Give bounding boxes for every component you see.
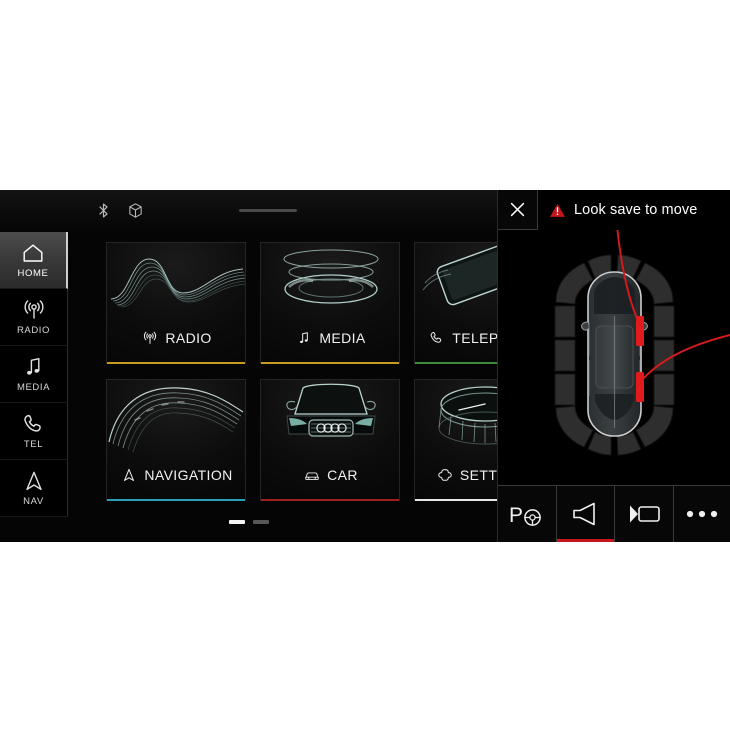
tile-footer: CAR	[261, 455, 399, 501]
tile-label: NAVIGATION	[144, 467, 233, 483]
media-icon	[22, 355, 46, 379]
page-indicator	[0, 520, 497, 524]
mmi-main-unit: HOME RADIO MEDIA TEL NAV RADIO MEDIA TEL…	[0, 190, 497, 542]
sidebar: HOME RADIO MEDIA TEL NAV	[0, 232, 68, 542]
camera-view-button[interactable]	[615, 486, 674, 542]
toolbar-active-indicator	[556, 539, 614, 542]
toolbar-active-indicator	[498, 539, 556, 542]
sidebar-item-radio[interactable]: RADIO	[0, 289, 68, 346]
more-dots-icon	[684, 508, 720, 520]
page-dot-2[interactable]	[252, 520, 269, 524]
panel-header: Look save to move	[498, 190, 730, 230]
tile-label: RADIO	[165, 330, 212, 346]
tile-radio[interactable]: RADIO	[106, 242, 246, 364]
park-assist-icon: P	[508, 501, 546, 528]
tile-telephone[interactable]: TELEPHONE	[414, 242, 497, 364]
svg-text:P: P	[509, 504, 523, 527]
nav-arrow-icon	[121, 467, 137, 483]
status-icon-group	[95, 202, 144, 221]
tile-footer: MEDIA	[261, 318, 399, 364]
top-down-parking-view	[498, 230, 730, 476]
car-top-view	[581, 271, 648, 437]
tile-accent-bar	[261, 499, 399, 501]
tile-accent-bar	[107, 499, 245, 501]
nav-arrow-icon	[22, 469, 46, 493]
tile-navigation[interactable]: NAVIGATION	[106, 379, 246, 501]
tile-row: NAVIGATION CAR SETT	[106, 379, 497, 501]
rotary-knob-art	[415, 380, 497, 454]
phone-icon	[429, 330, 445, 346]
sidebar-item-nav[interactable]: NAV	[0, 460, 68, 517]
home-icon	[21, 241, 45, 265]
screenshot-stage: HOME RADIO MEDIA TEL NAV RADIO MEDIA TEL…	[0, 0, 730, 730]
toolbar-active-indicator	[674, 539, 730, 542]
speaker-rings-art	[261, 243, 399, 317]
tile-car[interactable]: CAR	[260, 379, 400, 501]
park-assist-button[interactable]: P	[498, 486, 557, 542]
tile-accent-bar	[107, 362, 245, 364]
sidebar-item-label: TEL	[23, 439, 44, 450]
warning-banner: Look save to move	[538, 190, 730, 230]
tile-footer: TELEPHONE	[415, 318, 497, 364]
page-dot-1[interactable]	[228, 520, 245, 524]
camera-view-icon	[626, 502, 662, 526]
tile-settings[interactable]: SETTINGS	[414, 379, 497, 501]
radio-waveform-art	[107, 243, 245, 317]
toolbar-active-indicator	[615, 539, 673, 542]
close-button[interactable]	[498, 190, 538, 230]
tile-label: CAR	[327, 467, 358, 483]
warning-text: Look save to move	[574, 202, 698, 218]
tile-label: MEDIA	[319, 330, 366, 346]
close-icon	[508, 200, 527, 219]
panel-toolbar: P	[498, 485, 730, 542]
tile-accent-bar	[415, 499, 497, 501]
sidebar-item-home[interactable]: HOME	[0, 232, 68, 289]
sidebar-item-media[interactable]: MEDIA	[0, 346, 68, 403]
tile-label: SETTINGS	[459, 467, 497, 483]
tile-footer: RADIO	[107, 318, 245, 364]
drag-handle[interactable]	[238, 209, 297, 212]
tile-accent-bar	[261, 362, 399, 364]
tile-label: TELEPHONE	[452, 330, 497, 346]
radio-icon	[22, 298, 46, 322]
road-curve-art	[107, 380, 245, 454]
status-bar	[0, 190, 497, 232]
bluetooth-icon	[95, 202, 112, 221]
phone-icon	[22, 412, 46, 436]
tile-footer: SETTINGS	[415, 455, 497, 501]
audio-alerts-button[interactable]	[556, 486, 615, 542]
smartphone-art	[415, 243, 497, 317]
speaker-icon	[569, 500, 601, 528]
tile-grid: RADIO MEDIA TELE NAVIGATION CAR SETT	[106, 242, 497, 524]
sidebar-item-label: HOME	[17, 268, 49, 279]
car-front-art	[261, 380, 399, 454]
sidebar-item-label: NAV	[23, 496, 44, 507]
sidebar-item-label: RADIO	[16, 325, 51, 336]
note-icon	[296, 330, 312, 346]
tile-media[interactable]: MEDIA	[260, 242, 400, 364]
infotainment-screen: HOME RADIO MEDIA TEL NAV RADIO MEDIA TEL…	[0, 190, 730, 542]
radio-icon	[142, 330, 158, 346]
more-options-button[interactable]	[673, 486, 730, 542]
tile-accent-bar	[415, 362, 497, 364]
gear-icon	[437, 467, 453, 483]
sidebar-item-tel[interactable]: TEL	[0, 403, 68, 460]
car-icon	[304, 467, 320, 483]
parking-assist-panel: Look save to move P	[497, 190, 730, 542]
warning-triangle-icon	[549, 202, 566, 218]
cube-3d-icon	[127, 202, 144, 221]
sidebar-item-label: MEDIA	[16, 382, 51, 393]
tile-footer: NAVIGATION	[107, 455, 245, 501]
tile-row: RADIO MEDIA TELE	[106, 242, 497, 364]
